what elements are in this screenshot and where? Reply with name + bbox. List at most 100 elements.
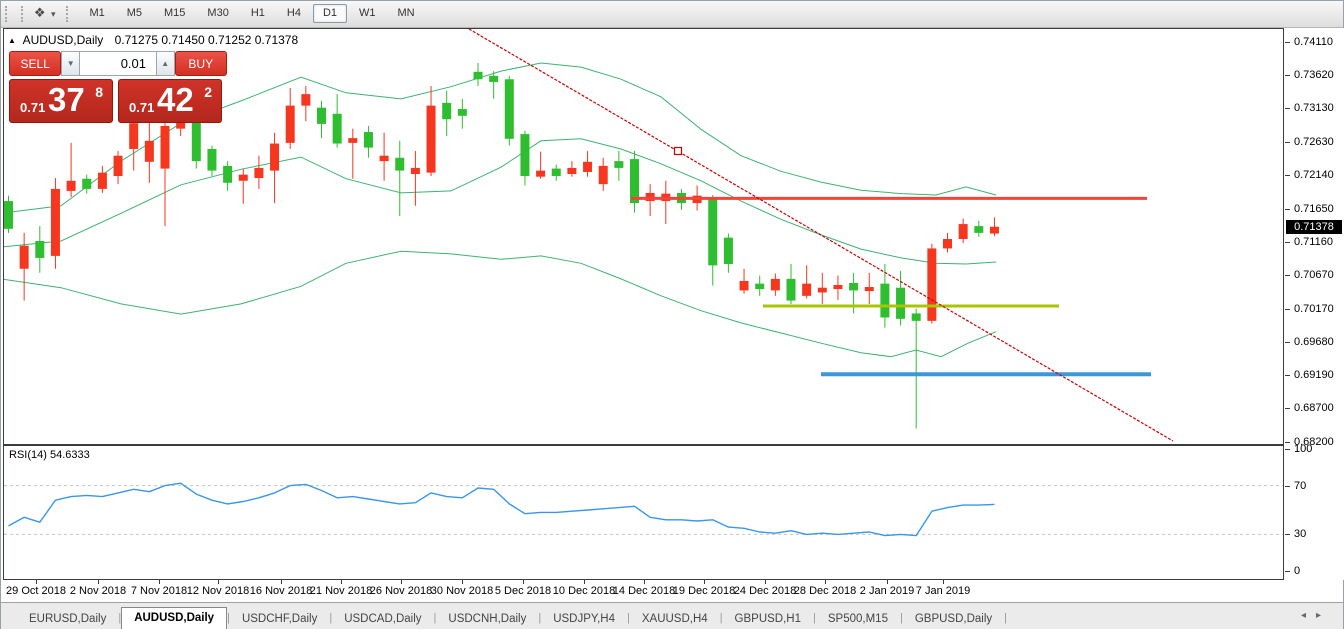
chart-title: ▲ AUDUSD,Daily 0.71275 0.71450 0.71252 0… [8, 33, 298, 47]
chart-tab-sp500-m15[interactable]: SP500,M15 [816, 609, 900, 629]
chart-tab-usdcnh-daily[interactable]: USDCNH,Daily [436, 609, 538, 629]
timeframe-button-mn[interactable]: MN [388, 4, 425, 23]
date-axis-label: 29 Oct 2018 [6, 585, 66, 597]
toolbar-grip[interactable] [66, 6, 70, 22]
volume-increase-button[interactable]: ▲ [156, 51, 175, 76]
rsi-indicator-panel[interactable] [3, 445, 1284, 580]
timeframe-button-m1[interactable]: M1 [79, 4, 114, 23]
price-axis-label: 0.69680 [1294, 336, 1334, 348]
bollinger-lower-band[interactable] [4, 251, 996, 357]
date-axis-tick [584, 580, 585, 584]
rsi-axis-tick [1285, 449, 1290, 450]
chevron-down-icon[interactable]: ▾ [51, 9, 56, 20]
price-axis-tick [1285, 108, 1290, 109]
price-axis-tick [1285, 42, 1290, 43]
timeframe-buttons: M1M5M15M30H1H4D1W1MN [78, 1, 425, 18]
date-axis-tick [523, 580, 524, 584]
buy-price-panel[interactable]: 0.71 42 2 [118, 79, 222, 123]
chart-tab-usdchf-daily[interactable]: USDCHF,Daily [230, 609, 329, 629]
buy-button[interactable]: BUY [175, 51, 227, 76]
candle [270, 144, 279, 171]
candle [818, 288, 827, 293]
candle [708, 199, 717, 265]
date-axis[interactable]: 29 Oct 20182 Nov 20187 Nov 201812 Nov 20… [3, 580, 1284, 602]
chart-tab-gbpusd-daily[interactable]: GBPUSD,Daily [903, 609, 1004, 629]
expand-triangle-icon[interactable]: ▲ [8, 36, 16, 45]
chart-tab-bar: EURUSD,Daily|AUDUSD,Daily|USDCHF,Daily|U… [1, 602, 1343, 629]
candle [239, 175, 248, 181]
chart-tab-usdcad-daily[interactable]: USDCAD,Daily [332, 609, 433, 629]
candle [865, 287, 874, 291]
date-axis-label: 21 Nov 2018 [310, 585, 372, 597]
price-axis-tick [1285, 142, 1290, 143]
candle [474, 72, 483, 79]
timeframe-button-h1[interactable]: H1 [241, 4, 275, 23]
volume-decrease-button[interactable]: ▼ [61, 51, 80, 76]
candle [427, 106, 436, 173]
candle [192, 117, 201, 161]
chart-tab-eurusd-daily[interactable]: EURUSD,Daily [17, 609, 118, 629]
buy-price-prefix: 0.71 [129, 100, 154, 115]
candle [802, 284, 811, 296]
price-axis-label: 0.68700 [1294, 402, 1334, 414]
candle [411, 168, 420, 174]
rsi-canvas[interactable] [4, 446, 1283, 579]
candle [442, 103, 451, 119]
candle [82, 179, 91, 189]
price-axis[interactable]: 0.71378 0.741100.736200.731300.726300.72… [1285, 28, 1344, 580]
chart-tab-usdjpy-h4[interactable]: USDJPY,H4 [541, 609, 627, 629]
rsi-axis-label: 0 [1294, 565, 1300, 577]
price-axis-tick [1285, 375, 1290, 376]
candle [348, 138, 357, 143]
buy-price-big: 42 [157, 81, 194, 119]
date-axis-tick [704, 580, 705, 584]
toolbar-grip[interactable] [21, 6, 25, 22]
chart-tab-audusd-daily[interactable]: AUDUSD,Daily [121, 607, 227, 629]
timeframe-button-m30[interactable]: M30 [197, 4, 238, 23]
timeframe-button-m15[interactable]: M15 [154, 4, 195, 23]
candle [974, 226, 983, 233]
price-axis-label: 0.70670 [1294, 269, 1334, 281]
volume-input[interactable] [80, 51, 156, 76]
tab-scroll-arrows[interactable]: ◂▸ [1301, 610, 1331, 621]
sell-price-panel[interactable]: 0.71 37 8 [9, 79, 113, 123]
price-axis-tick [1285, 342, 1290, 343]
tab-scroll-left-icon[interactable]: ◂ [1301, 610, 1316, 621]
price-axis-label: 0.72140 [1294, 169, 1334, 181]
candle [458, 109, 467, 116]
candle [20, 246, 29, 269]
timeframe-button-d1[interactable]: D1 [313, 4, 347, 23]
timeframe-button-w1[interactable]: W1 [349, 4, 386, 23]
trendline-handle[interactable] [675, 148, 682, 155]
date-axis-label: 2 Jan 2019 [860, 585, 914, 597]
trendline-object[interactable] [469, 29, 1173, 441]
chart-tab-gbpusd-h1[interactable]: GBPUSD,H1 [723, 609, 813, 629]
timeframe-button-m5[interactable]: M5 [117, 4, 152, 23]
candle [959, 224, 968, 239]
tab-scroll-right-icon[interactable]: ▸ [1316, 610, 1331, 621]
candle [114, 156, 123, 176]
candle [880, 284, 889, 318]
date-axis-label: 24 Dec 2018 [734, 585, 796, 597]
current-price-tag: 0.71378 [1286, 220, 1342, 234]
candle [161, 126, 170, 169]
timeframe-button-h4[interactable]: H4 [277, 4, 311, 23]
date-axis-tick [943, 580, 944, 584]
sell-button[interactable]: SELL [9, 51, 61, 76]
candle [254, 168, 263, 178]
toolbar-grip[interactable] [5, 6, 9, 22]
candle [583, 162, 592, 172]
date-axis-tick [36, 580, 37, 584]
chart-tools-icon[interactable]: ❖ [34, 5, 46, 21]
date-axis-tick [218, 580, 219, 584]
price-axis-tick [1285, 408, 1290, 409]
rsi-indicator-label: RSI(14) 54.6333 [9, 449, 90, 461]
chart-tab-xauusd-h4[interactable]: XAUUSD,H4 [630, 609, 720, 629]
date-axis-tick [159, 580, 160, 584]
price-axis-tick [1285, 242, 1290, 243]
candle [552, 169, 561, 176]
date-axis-label: 7 Nov 2018 [131, 585, 187, 597]
date-axis-label: 5 Dec 2018 [495, 585, 551, 597]
rsi-axis-label: 100 [1294, 443, 1312, 455]
candle [364, 132, 373, 148]
